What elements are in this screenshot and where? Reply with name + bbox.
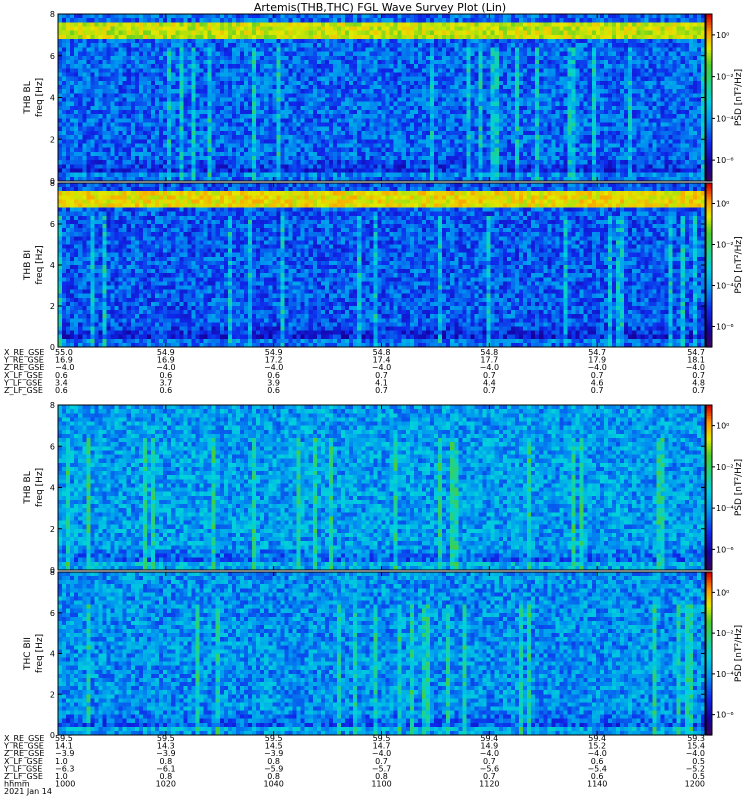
colorbar-tick-label: 10⁰ (716, 200, 729, 209)
figure-title: Artemis(THB,THC) FGL Wave Survey Plot (L… (254, 1, 506, 14)
time-axis: hhmm 1000 1020 1040 1100 1120 1140 12002021 Jan… (4, 780, 705, 797)
ephemeris-thc: X_RE_GSE 59.5 59.5 59.5 59.5 59.4 59.4 59.3Y_RE… (3, 734, 705, 781)
colorbar-tick-label: 10⁰ (716, 588, 729, 597)
spectrogram-image (58, 572, 705, 735)
y-axis-units: freq [Hz] (35, 468, 45, 507)
x-tick-label: 1120 (479, 780, 499, 789)
y-tick-label: 4 (50, 484, 55, 493)
colorbar-tick-label: 10⁻⁶ (716, 156, 734, 165)
colorbar-tick-label: 10⁻⁴ (716, 504, 734, 513)
x-tick-label: 1200 (685, 780, 705, 789)
y-tick-label: 6 (50, 220, 55, 229)
colorbar-tick-label: 10⁻⁶ (716, 545, 734, 554)
spectrogram-image (58, 14, 705, 181)
y-tick-label: 8 (50, 179, 55, 188)
y-tick-label: 4 (50, 261, 55, 270)
colorbar-tick-label: 10⁰ (716, 31, 729, 40)
colorbar: 10⁰ 10⁻² 10⁻⁴ 10⁻⁶ PSD [nT²/Hz] (705, 571, 744, 736)
colorbar-tick-label: 10⁻⁶ (716, 711, 734, 720)
colorbar-tick-label: 10⁰ (716, 422, 729, 431)
wave-survey-figure: Artemis(THB,THC) FGL Wave Survey Plot (L… (3, 1, 744, 797)
colorbar-label: PSD [nT²/Hz] (734, 459, 744, 516)
ephemeris-value: 0.6 (55, 386, 68, 395)
y-tick-label: 8 (50, 401, 55, 410)
colorbar-tick-label: 10⁻⁶ (716, 323, 734, 332)
x-tick-label: 1000 (55, 780, 75, 789)
ephemeris-value: 0.6 (267, 386, 280, 395)
y-axis-units: freq [Hz] (35, 78, 45, 117)
y-tick-label: 6 (50, 442, 55, 451)
spectrogram-image (58, 183, 705, 347)
date-label: 2021 Jan 14 (4, 787, 52, 796)
spectrogram-image (58, 405, 705, 570)
panel-thc-bii: 02468THC BII freq [Hz]10⁰10⁻²10⁻⁴10⁻⁶PSD … (23, 568, 744, 740)
y-axis-label: THB BI (23, 250, 33, 281)
y-axis-label: THC BII (23, 637, 33, 671)
y-axis-units: freq [Hz] (35, 634, 45, 673)
colorbar-tick-label: 10⁻² (716, 241, 734, 250)
y-tick-label: 8 (50, 568, 55, 577)
colorbar-tick-label: 10⁻⁴ (716, 670, 734, 679)
ephemeris-value: 0.7 (375, 386, 388, 395)
ephemeris-value: 0.6 (159, 386, 172, 395)
y-tick-label: 6 (50, 609, 55, 618)
panel-thb-bi: 02468THB BI freq [Hz]10⁰10⁻²10⁻⁴10⁻⁶PSD [… (23, 179, 744, 352)
colorbar: 10⁰ 10⁻² 10⁻⁴ 10⁻⁶ PSD [nT²/Hz] (705, 182, 744, 348)
colorbar-tick-label: 10⁻² (716, 73, 734, 82)
y-tick-label: 2 (50, 690, 55, 699)
y-tick-label: 2 (50, 135, 55, 144)
panel-thb-bl-2: 02468THB BL freq [Hz]10⁰10⁻²10⁻⁴10⁻⁶PSD [… (23, 401, 744, 575)
panel-thb-bl: 02468THB BL freq [Hz]10⁰10⁻²10⁻⁴10⁻⁶PSD [… (23, 10, 744, 186)
y-tick-label: 6 (50, 52, 55, 61)
x-tick-label: 1140 (587, 780, 607, 789)
y-tick-label: 4 (50, 94, 55, 103)
colorbar-label: PSD [nT²/Hz] (734, 625, 744, 682)
colorbar-tick-label: 10⁻⁴ (716, 282, 734, 291)
y-axis-units: freq [Hz] (35, 245, 45, 284)
ephemeris-value: 0.7 (483, 386, 496, 395)
x-tick-label: 1020 (156, 780, 176, 789)
x-tick-label: 1100 (371, 780, 391, 789)
y-tick-label: 2 (50, 302, 55, 311)
ephemeris-thb: X_RE_GSE 55.0 54.9 54.9 54.8 54.8 54.7 54.7Y_RE… (3, 348, 705, 395)
ephemeris-value: 0.7 (692, 386, 705, 395)
colorbar: 10⁰ 10⁻² 10⁻⁴ 10⁻⁶ PSD [nT²/Hz] (705, 404, 744, 571)
colorbar-tick-label: 10⁻² (716, 463, 734, 472)
y-axis-label: THB BL (23, 471, 33, 505)
colorbar-tick-label: 10⁻² (716, 629, 734, 638)
x-tick-label: 1040 (263, 780, 283, 789)
colorbar-label: PSD [nT²/Hz] (734, 69, 744, 126)
colorbar-label: PSD [nT²/Hz] (734, 236, 744, 293)
y-tick-label: 8 (50, 10, 55, 19)
ephemeris-value: 0.7 (591, 386, 604, 395)
y-tick-label: 4 (50, 650, 55, 659)
colorbar: 10⁰ 10⁻² 10⁻⁴ 10⁻⁶ PSD [nT²/Hz] (705, 13, 744, 182)
y-tick-label: 2 (50, 525, 55, 534)
colorbar-tick-label: 10⁻⁴ (716, 114, 734, 123)
ephemeris-row-label: Z_LF_GSE (4, 386, 43, 395)
y-axis-label: THB BL (23, 81, 33, 115)
